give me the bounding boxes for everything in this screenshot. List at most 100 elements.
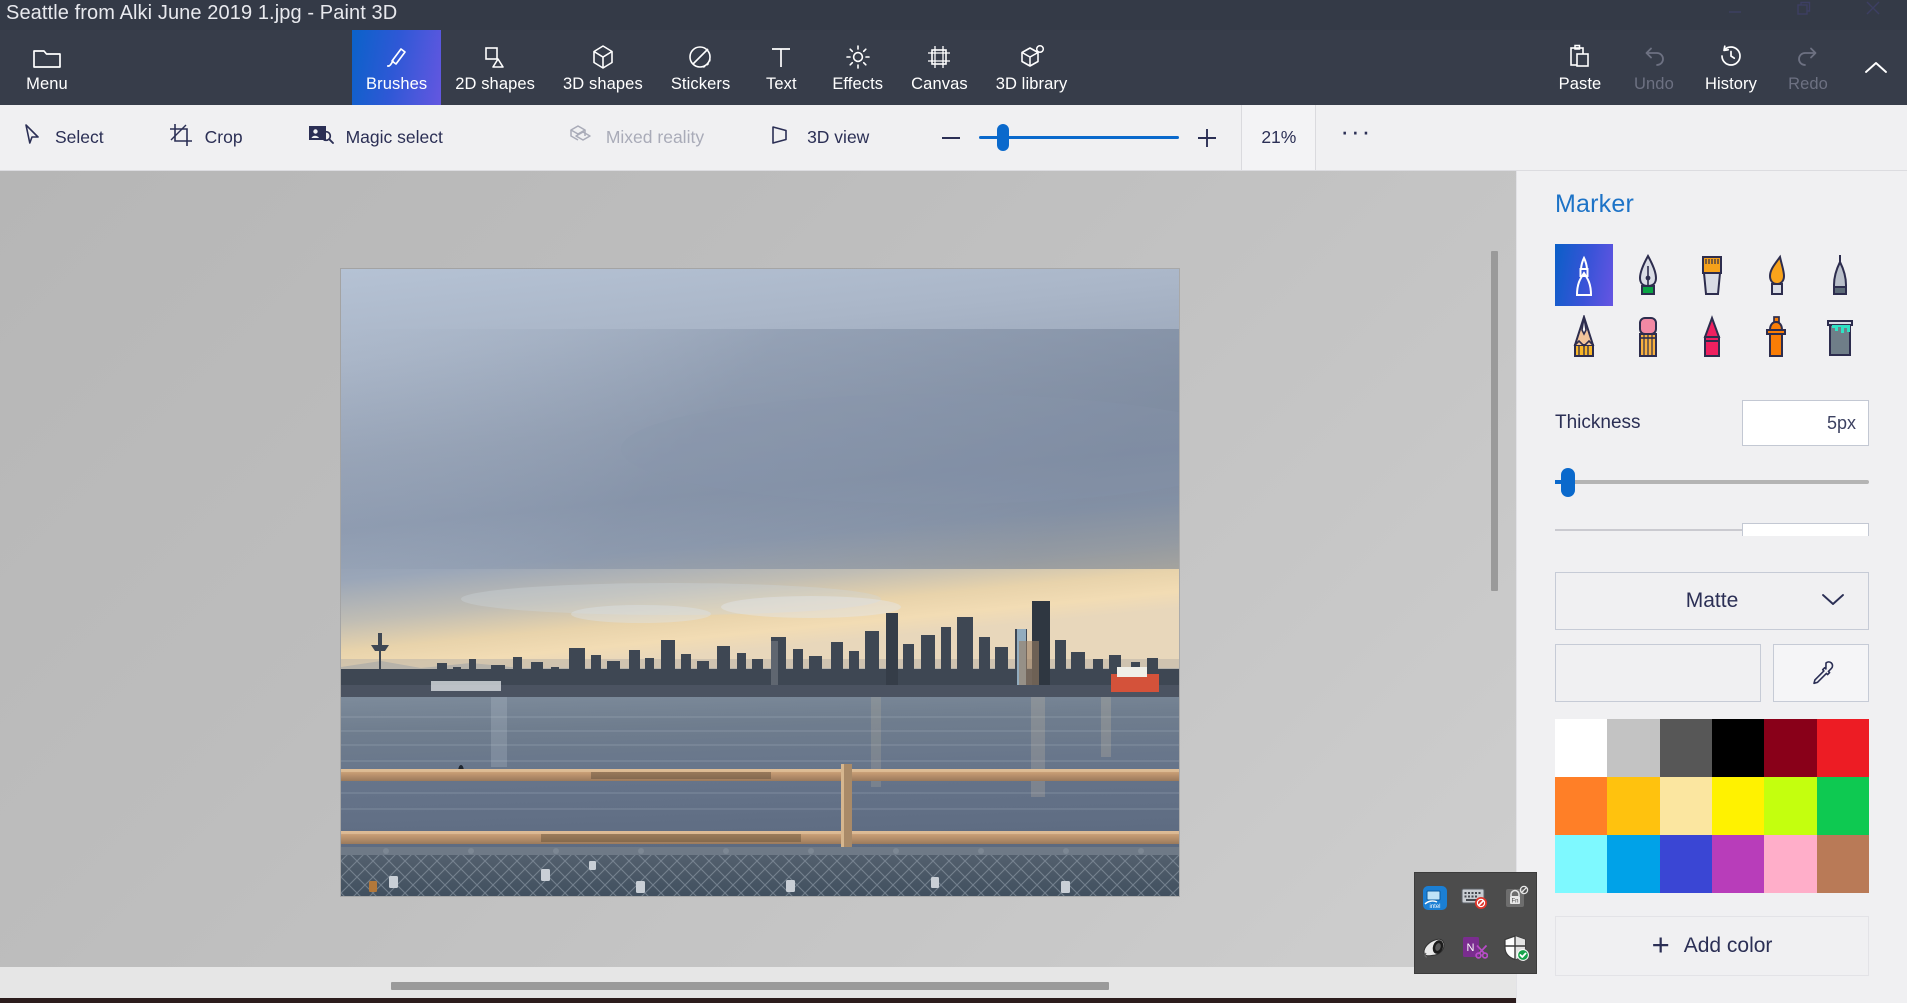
brush-fill-bucket[interactable] (1811, 306, 1869, 368)
zoom-in-button[interactable] (1179, 105, 1235, 171)
brush-watercolor[interactable] (1747, 244, 1805, 306)
more-options-button[interactable]: ··· (1316, 105, 1396, 171)
color-swatch[interactable] (1711, 777, 1765, 835)
color-swatch[interactable] (1607, 719, 1660, 777)
redo-label: Redo (1788, 75, 1828, 93)
color-swatch[interactable] (1711, 835, 1765, 893)
crop-tool[interactable]: Crop (150, 105, 261, 171)
plus-icon (1198, 128, 1217, 147)
tab-text-label: Text (765, 75, 797, 93)
color-swatch[interactable] (1555, 835, 1608, 893)
color-swatch[interactable] (1711, 719, 1765, 777)
tab-brushes[interactable]: Brushes (352, 30, 442, 105)
thickness-value[interactable]: 5px (1742, 400, 1869, 446)
vertical-scrollbar[interactable] (1491, 251, 1498, 591)
tab-brushes-label: Brushes (366, 75, 428, 93)
chevron-up-icon (1865, 61, 1887, 73)
tab-canvas[interactable]: Canvas (897, 30, 982, 105)
select-tool[interactable]: Select (0, 105, 122, 171)
color-swatch[interactable] (1659, 777, 1712, 835)
svg-text:intel: intel (1430, 904, 1441, 910)
clipboard-icon (1567, 41, 1593, 71)
add-color-button[interactable]: + Add color (1555, 916, 1869, 976)
3d-view-icon (768, 122, 796, 153)
windows-defender-shield-icon[interactable] (1499, 931, 1533, 965)
speaker-icon[interactable] (1418, 931, 1452, 965)
color-swatch[interactable] (1764, 719, 1817, 777)
window-title: Seattle from Alki June 2019 1.jpg - Pain… (6, 1, 398, 24)
brush-pixel-pen[interactable] (1811, 244, 1869, 306)
tab-text[interactable]: Text (744, 30, 818, 105)
paste-label: Paste (1558, 75, 1602, 93)
brush-crayon[interactable] (1683, 306, 1741, 368)
horizontal-scrollbar[interactable] (391, 982, 1109, 990)
fn-lock-icon[interactable]: Fn (1499, 881, 1533, 915)
tab-stickers[interactable]: Stickers (657, 30, 744, 105)
zoom-out-button[interactable] (923, 105, 979, 171)
tool-options-panel: Marker Thickness 5px Matte + Add color (1516, 171, 1907, 1003)
eyedropper-button[interactable] (1773, 644, 1869, 702)
brush-pencil[interactable] (1555, 306, 1613, 368)
tab-effects[interactable]: Effects (818, 30, 897, 105)
mixed-reality-tool[interactable]: Mixed reality (549, 105, 722, 171)
zoom-level-value[interactable]: 21% (1241, 105, 1317, 170)
tab-2d-shapes-label: 2D shapes (455, 75, 536, 93)
color-swatch[interactable] (1607, 777, 1660, 835)
brush-oil-brush[interactable] (1683, 244, 1741, 306)
tab-3d-library[interactable]: 3D library (982, 30, 1082, 105)
calligraphy-pen-icon (1638, 253, 1658, 295)
keyboard-disabled-icon[interactable] (1458, 881, 1492, 915)
color-swatch[interactable] (1659, 835, 1712, 893)
canvas-icon (925, 41, 953, 71)
main-toolbar: Menu Brushes 2D shapes 3D shapes Sticker… (0, 30, 1907, 105)
color-swatch[interactable] (1816, 777, 1869, 835)
crop-icon (168, 122, 194, 153)
color-swatch[interactable] (1555, 777, 1608, 835)
brush-marker[interactable] (1555, 244, 1613, 306)
color-swatch[interactable] (1816, 835, 1869, 893)
collapse-ribbon-button[interactable] (1845, 30, 1907, 105)
thickness-slider-thumb[interactable] (1560, 468, 1575, 497)
onenote-clipper-icon[interactable]: N (1458, 931, 1492, 965)
canvas-area[interactable] (0, 171, 1516, 1003)
minimize-button[interactable] (1700, 0, 1769, 30)
brush-calligraphy-pen[interactable] (1619, 244, 1677, 306)
redo-button[interactable]: Redo (1771, 30, 1845, 105)
color-swatch[interactable] (1659, 719, 1712, 777)
zoom-slider[interactable] (979, 105, 1180, 171)
paste-button[interactable]: Paste (1543, 30, 1617, 105)
history-button[interactable]: History (1691, 30, 1771, 105)
marker-icon (1575, 255, 1593, 296)
oil-brush-icon (1702, 256, 1722, 295)
current-color-preview[interactable] (1555, 644, 1761, 702)
brush-eraser[interactable] (1619, 306, 1677, 368)
minus-icon (942, 136, 961, 139)
history-icon (1717, 41, 1745, 71)
material-dropdown[interactable]: Matte (1555, 572, 1869, 630)
thickness-slider[interactable] (1555, 468, 1869, 497)
canvas-image[interactable] (341, 269, 1179, 896)
tab-2d-shapes[interactable]: 2D shapes (441, 30, 549, 105)
intel-graphics-icon[interactable]: intel (1418, 881, 1452, 915)
menu-button[interactable]: Menu (10, 30, 84, 105)
tab-3d-shapes[interactable]: 3D shapes (549, 30, 657, 105)
undo-button[interactable]: Undo (1617, 30, 1691, 105)
add-color-label: Add color (1683, 934, 1773, 957)
brush-icon (383, 41, 411, 71)
color-swatch[interactable] (1555, 719, 1608, 777)
color-swatch[interactable] (1816, 719, 1869, 777)
restore-button[interactable] (1769, 0, 1838, 30)
magic-select-tool[interactable]: Magic select (289, 105, 461, 171)
opacity-value-box[interactable] (1742, 523, 1869, 536)
3d-view-tool[interactable]: 3D view (750, 105, 887, 171)
color-swatch[interactable] (1764, 777, 1817, 835)
close-button[interactable] (1838, 0, 1907, 30)
zoom-slider-thumb[interactable] (997, 124, 1010, 151)
tab-3d-shapes-label: 3D shapes (563, 75, 643, 93)
opacity-row[interactable] (1555, 523, 1869, 536)
color-swatch[interactable] (1764, 835, 1817, 893)
color-swatch[interactable] (1607, 835, 1660, 893)
brush-spray-can[interactable] (1747, 306, 1805, 368)
thickness-slider-track (1555, 480, 1869, 484)
redo-icon (1794, 41, 1822, 71)
